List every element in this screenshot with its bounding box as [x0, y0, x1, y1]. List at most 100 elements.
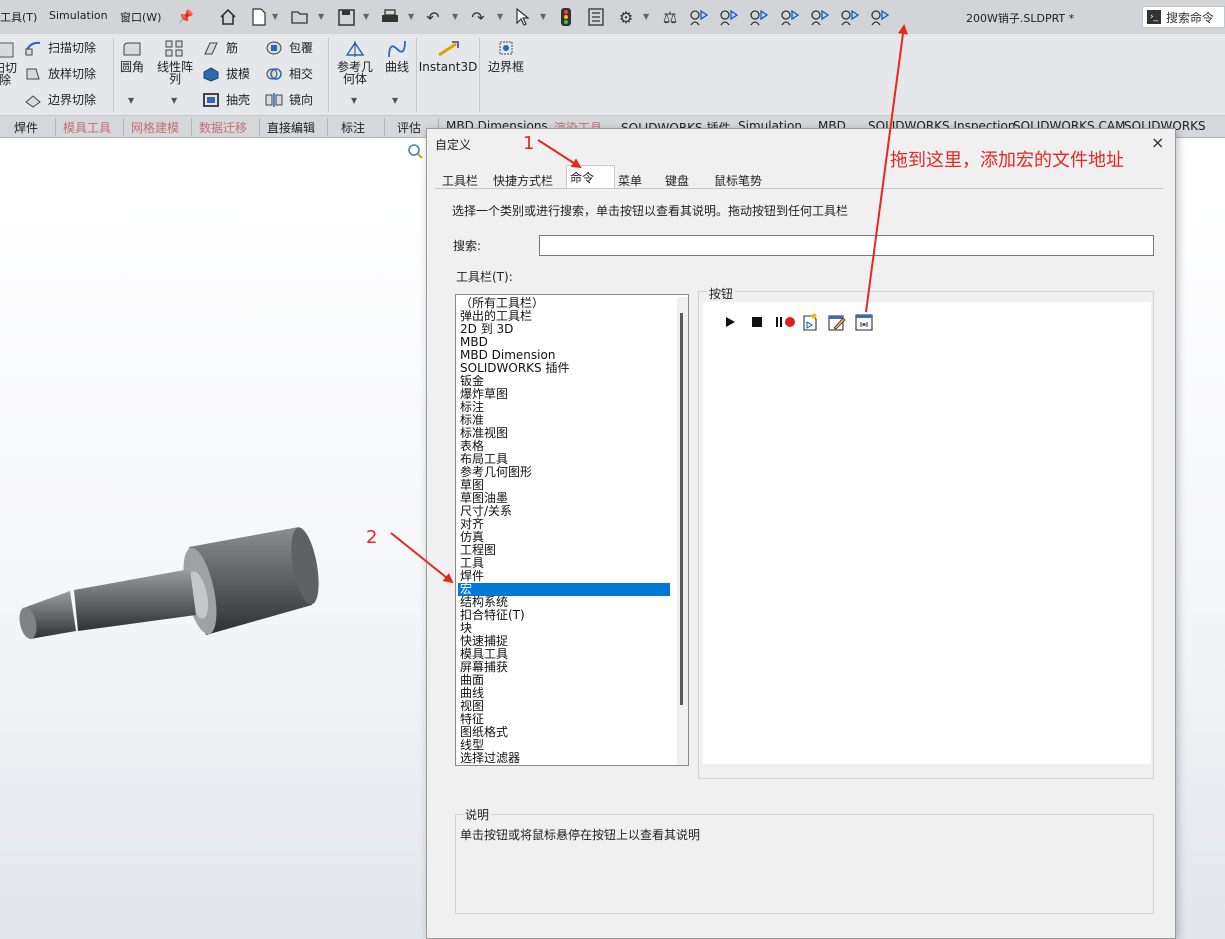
open-dropdown-icon[interactable]: ▼	[318, 12, 324, 21]
toolbar-list-item[interactable]: 尺寸/关系	[458, 505, 670, 518]
macro-run-icon-3[interactable]	[749, 6, 769, 28]
list-scrollbar[interactable]	[677, 297, 688, 765]
toolbar-list-item[interactable]: 2D 到 3D	[458, 323, 670, 336]
select-cursor-icon[interactable]	[512, 6, 532, 28]
toolbar-list-item[interactable]: 参考几何图形	[458, 466, 670, 479]
custom-macro-icon[interactable]	[855, 313, 873, 331]
redo-icon[interactable]: ↷	[468, 6, 488, 28]
toolbar-list-item[interactable]: 扣合特征(T)	[458, 609, 670, 622]
pin-icon[interactable]: 📌	[176, 6, 196, 28]
tab-shortcut-bars[interactable]: 快捷方式栏	[493, 172, 553, 189]
reference-geometry-button[interactable]: 参考几何体	[333, 39, 377, 85]
shell-button[interactable]: 抽壳	[202, 91, 250, 108]
tab-commands[interactable]: 命令	[570, 169, 594, 186]
save-dropdown-icon[interactable]: ▼	[363, 12, 369, 21]
sweep-cut-button[interactable]: 扫描切除	[24, 39, 96, 56]
toolbar-list-item[interactable]: 标注	[458, 401, 670, 414]
tab-weldments[interactable]: 焊件	[14, 119, 38, 136]
toolbar-list-item[interactable]: 爆炸草图	[458, 388, 670, 401]
open-icon[interactable]	[290, 6, 310, 28]
mirror-button[interactable]: 镜向	[265, 91, 313, 108]
toolbar-list-item[interactable]: 图纸格式	[458, 726, 670, 739]
toolbar-list-item[interactable]: 工具	[458, 557, 670, 570]
play-icon[interactable]	[721, 313, 739, 331]
file-properties-icon[interactable]	[586, 6, 606, 28]
ref-geometry-dropdown-icon[interactable]: ▼	[351, 96, 357, 105]
part-model[interactable]	[14, 523, 334, 648]
toolbar-list-item[interactable]: 选择过滤器	[458, 752, 670, 765]
toolbar-list-item[interactable]: 视图	[458, 700, 670, 713]
search-input[interactable]	[539, 235, 1154, 256]
linear-pattern-button[interactable]: 线性阵列	[153, 39, 197, 85]
fillet-dropdown-icon[interactable]: ▼	[128, 96, 134, 105]
tab-direct-editing[interactable]: 直接编辑	[267, 119, 315, 136]
fillet-button[interactable]: 圆角	[116, 39, 148, 73]
rebuild-icon[interactable]	[556, 6, 576, 28]
menu-tools[interactable]: 工具(T)	[0, 9, 37, 25]
menu-window[interactable]: 窗口(W)	[120, 9, 161, 25]
toolbar-list-item[interactable]: 对齐	[458, 518, 670, 531]
tab-menus[interactable]: 菜单	[618, 172, 642, 189]
tab-toolbars[interactable]: 工具栏	[442, 172, 478, 189]
new-dropdown-icon[interactable]: ▼	[272, 12, 278, 21]
bounding-box-button[interactable]: 边界框	[484, 39, 528, 73]
toolbar-list-item[interactable]: 工程图	[458, 544, 670, 557]
pause-record-icon[interactable]	[775, 313, 797, 331]
home-icon[interactable]	[218, 6, 238, 28]
tab-data-migration[interactable]: 数据迁移	[199, 119, 247, 136]
tab-annotation[interactable]: 标注	[341, 119, 365, 136]
macro-run-icon-7[interactable]	[870, 6, 890, 28]
options-dropdown-icon[interactable]: ▼	[643, 12, 649, 21]
zoom-to-fit-icon[interactable]	[406, 142, 424, 163]
toolbar-list-item[interactable]: 曲线	[458, 687, 670, 700]
macro-run-icon-4[interactable]	[780, 6, 800, 28]
stop-icon[interactable]	[748, 313, 766, 331]
partial-cut-button[interactable]: 扫切 除	[0, 40, 18, 86]
rib-button[interactable]: 筋	[202, 39, 238, 56]
intersect-icon	[266, 67, 282, 80]
print-dropdown-icon[interactable]: ▼	[408, 12, 414, 21]
print-icon[interactable]	[380, 6, 400, 28]
undo-icon[interactable]: ↶	[423, 6, 443, 28]
new-macro-icon[interactable]	[801, 313, 819, 331]
toolbar-category-list[interactable]: （所有工具栏） 弹出的工具栏 2D 到 3D MBD MBD Dimension SOLI…	[455, 294, 689, 766]
select-dropdown-icon[interactable]: ▼	[540, 12, 546, 21]
balance-icon[interactable]: ⚖	[660, 6, 680, 28]
tab-mesh-modeling[interactable]: 网格建模	[131, 119, 179, 136]
intersect-button[interactable]: 相交	[265, 65, 313, 82]
macro-run-icon-6[interactable]	[840, 6, 860, 28]
toolbar-list-item[interactable]: 曲面	[458, 674, 670, 687]
fillet-label: 圆角	[119, 60, 144, 74]
loft-cut-button[interactable]: 放样切除	[24, 65, 96, 82]
tab-mouse-gestures[interactable]: 鼠标笔势	[714, 172, 762, 189]
toolbar-list-item[interactable]: 焊件	[458, 570, 670, 583]
macro-run-icon-5[interactable]	[810, 6, 830, 28]
undo-dropdown-icon[interactable]: ▼	[452, 12, 458, 21]
macro-run-icon-2[interactable]	[719, 6, 739, 28]
close-icon[interactable]: ×	[1151, 133, 1164, 152]
tab-evaluate[interactable]: 评估	[397, 119, 421, 136]
tab-keyboard[interactable]: 键盘	[665, 172, 689, 189]
save-icon[interactable]	[336, 6, 356, 28]
toolbar-list-item[interactable]: 屏幕捕获	[458, 661, 670, 674]
curves-button[interactable]: 曲线	[382, 39, 412, 73]
command-search[interactable]: ›_ 搜索命令	[1142, 6, 1225, 28]
curves-dropdown-icon[interactable]: ▼	[392, 96, 398, 105]
toolbar-list-item[interactable]: SOLIDWORKS 插件	[458, 362, 670, 375]
edit-macro-icon[interactable]	[828, 313, 846, 331]
tab-mold-tools[interactable]: 模具工具	[63, 119, 111, 136]
wrap-button[interactable]: 包覆	[265, 39, 313, 56]
pattern-dropdown-icon[interactable]: ▼	[171, 96, 177, 105]
draft-label: 拔模	[226, 67, 251, 81]
draft-button[interactable]: 拔模	[202, 65, 250, 82]
instant3d-button[interactable]: Instant3D	[419, 39, 477, 73]
options-gear-icon[interactable]: ⚙	[616, 6, 636, 28]
redo-dropdown-icon[interactable]: ▼	[497, 12, 503, 21]
boundary-cut-button[interactable]: 边界切除	[24, 91, 96, 108]
instruction-text: 选择一个类别或进行搜索，单击按钮以查看其说明。拖动按钮到任何工具栏	[452, 204, 849, 218]
scrollbar-thumb[interactable]	[680, 313, 683, 705]
toolbar-list-item[interactable]: 标准视图	[458, 427, 670, 440]
new-document-icon[interactable]	[249, 6, 269, 28]
macro-run-icon-1[interactable]	[689, 6, 709, 28]
menu-simulation[interactable]: Simulation	[49, 9, 108, 22]
